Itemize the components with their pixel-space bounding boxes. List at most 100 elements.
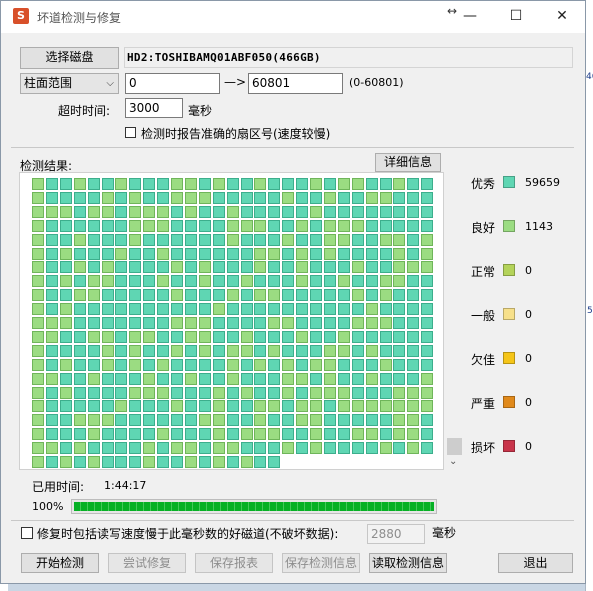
sector-cell bbox=[101, 358, 114, 371]
sector-cell bbox=[268, 219, 281, 232]
sector-cell bbox=[421, 205, 434, 218]
background-text: 46 bbox=[586, 72, 593, 82]
maximize-button[interactable]: ☐ bbox=[493, 1, 539, 31]
sector-cell bbox=[254, 456, 267, 468]
legend-label: 正常 bbox=[471, 265, 496, 279]
sector-map-panel bbox=[19, 172, 444, 470]
sector-cell bbox=[351, 400, 364, 413]
timeout-input[interactable]: 3000 bbox=[125, 98, 183, 118]
sector-cell bbox=[87, 414, 100, 427]
sector-cell bbox=[101, 205, 114, 218]
sector-cell bbox=[129, 233, 142, 246]
sector-cell bbox=[59, 456, 72, 468]
sector-cell bbox=[198, 233, 211, 246]
repair-threshold-input[interactable]: 2880 bbox=[367, 524, 425, 544]
range-mode-select[interactable]: 柱面范围 ⌵ bbox=[20, 73, 119, 94]
sector-cell bbox=[226, 219, 239, 232]
sector-cell bbox=[32, 330, 44, 343]
sector-cell bbox=[171, 289, 183, 302]
repair-slow-checkbox[interactable] bbox=[21, 527, 33, 539]
sector-cell bbox=[212, 456, 225, 468]
sector-cell bbox=[73, 456, 86, 468]
sector-cell bbox=[73, 358, 86, 371]
sector-cell bbox=[157, 275, 170, 288]
sector-cell bbox=[157, 456, 170, 468]
sector-cell bbox=[157, 442, 170, 455]
sector-cell bbox=[157, 400, 170, 413]
sector-cell bbox=[240, 191, 253, 204]
try-repair-button[interactable]: 尝试修复 bbox=[108, 553, 186, 573]
sector-cell bbox=[379, 344, 392, 357]
sector-cell bbox=[351, 303, 364, 316]
sector-cell bbox=[310, 275, 322, 288]
sector-cell bbox=[129, 191, 142, 204]
legend-swatch bbox=[503, 264, 515, 276]
sector-cell bbox=[87, 233, 100, 246]
scrollbar-thumb[interactable] bbox=[447, 438, 462, 455]
sector-cell bbox=[310, 386, 322, 399]
sector-cell bbox=[268, 344, 281, 357]
details-button[interactable]: 详细信息 bbox=[375, 153, 441, 172]
sector-cell bbox=[393, 191, 406, 204]
exit-button[interactable]: 退出 bbox=[498, 553, 573, 573]
sector-cell bbox=[171, 372, 183, 385]
sector-cell bbox=[323, 372, 336, 385]
sector-cell bbox=[379, 233, 392, 246]
sector-cell bbox=[407, 191, 420, 204]
sector-cell bbox=[32, 442, 44, 455]
minimize-button[interactable]: — bbox=[447, 1, 493, 31]
sector-cell bbox=[32, 428, 44, 441]
sector-cell bbox=[379, 428, 392, 441]
sector-cell bbox=[198, 358, 211, 371]
sector-cell bbox=[268, 275, 281, 288]
range-end-input[interactable]: 60801 bbox=[248, 73, 343, 94]
sector-cell bbox=[184, 372, 197, 385]
sector-cell bbox=[365, 400, 378, 413]
sector-cell bbox=[254, 205, 267, 218]
app-icon: S bbox=[13, 8, 29, 24]
range-arrow: —> bbox=[224, 75, 247, 89]
select-disk-button[interactable]: 选择磁盘 bbox=[20, 47, 119, 69]
sector-cell bbox=[268, 414, 281, 427]
sector-cell bbox=[143, 330, 156, 343]
sector-cell bbox=[351, 317, 364, 329]
sector-cell bbox=[268, 386, 281, 399]
sector-cell bbox=[87, 428, 100, 441]
sector-cell bbox=[393, 178, 406, 190]
sector-cell bbox=[143, 400, 156, 413]
scroll-down-icon[interactable]: ⌄ bbox=[449, 456, 457, 467]
sector-cell bbox=[365, 414, 378, 427]
title-bar[interactable]: S 坏道检测与修复 ↔ — ☐ ✕ bbox=[1, 1, 585, 33]
save-info-button[interactable]: 保存检测信息 bbox=[282, 553, 360, 573]
sector-cell bbox=[351, 275, 364, 288]
sector-cell bbox=[45, 456, 58, 468]
sector-cell bbox=[296, 289, 309, 302]
sector-cell bbox=[143, 317, 156, 329]
accurate-sector-checkbox[interactable] bbox=[125, 127, 136, 138]
sector-cell bbox=[32, 303, 44, 316]
load-info-button[interactable]: 读取检测信息 bbox=[369, 553, 447, 573]
sector-cell bbox=[212, 178, 225, 190]
sector-cell bbox=[171, 344, 183, 357]
sector-cell bbox=[198, 303, 211, 316]
legend-label: 严重 bbox=[471, 397, 496, 411]
sector-cell bbox=[240, 414, 253, 427]
sector-cell bbox=[226, 428, 239, 441]
sector-cell bbox=[59, 219, 72, 232]
sector-cell bbox=[323, 386, 336, 399]
sector-cell bbox=[184, 219, 197, 232]
sector-cell bbox=[45, 178, 58, 190]
start-detect-button[interactable]: 开始检测 bbox=[21, 553, 99, 573]
sector-cell bbox=[351, 414, 364, 427]
sector-cell bbox=[379, 442, 392, 455]
sector-cell bbox=[32, 414, 44, 427]
range-start-input[interactable]: 0 bbox=[125, 73, 220, 94]
save-report-button[interactable]: 保存报表 bbox=[195, 553, 273, 573]
sector-cell bbox=[184, 414, 197, 427]
close-button[interactable]: ✕ bbox=[539, 1, 585, 31]
sector-cell bbox=[101, 219, 114, 232]
sector-cell bbox=[45, 303, 58, 316]
sector-cell bbox=[129, 303, 142, 316]
sector-cell bbox=[407, 205, 420, 218]
sector-cell bbox=[365, 428, 378, 441]
